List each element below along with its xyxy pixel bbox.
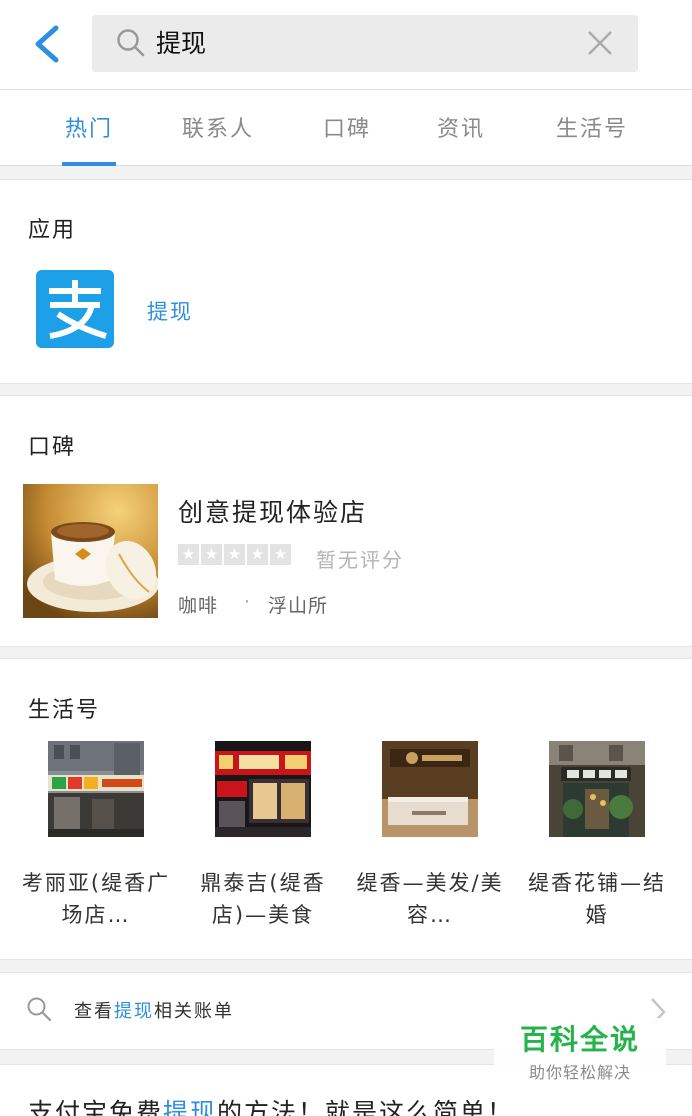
koubei-section: 口碑 创意提现体验店 ★ ★ ★ ★ ★ 暂无评分 咖啡 · 浮山所	[0, 395, 692, 647]
star-icon: ★	[178, 544, 199, 565]
tab-label: 资讯	[436, 117, 485, 142]
tab-label: 热门	[64, 117, 113, 142]
separator-dot: ·	[244, 591, 251, 613]
bill-suffix: 相关账单	[154, 1001, 234, 1022]
shop-area: 浮山所	[268, 595, 329, 617]
search-query[interactable]: 提现	[156, 28, 206, 60]
app-name[interactable]: 提现	[147, 296, 193, 326]
tab-koubei[interactable]: 口碑	[298, 90, 396, 166]
life-account-photo	[215, 741, 311, 837]
life-account-photo	[48, 741, 144, 837]
life-account-name: 考丽亚(缇香广场店…	[21, 871, 171, 927]
life-account-item[interactable]: 缇香—美发/美容…	[346, 741, 514, 931]
tab-active-indicator	[62, 162, 116, 166]
tab-life[interactable]: 生活号	[534, 90, 650, 166]
apps-section: 应用 提现	[0, 179, 692, 384]
shop-photo[interactable]	[23, 484, 158, 618]
life-account-item[interactable]: 缇香花铺—结婚	[513, 741, 681, 931]
watermark-title: 百科全说	[519, 1023, 640, 1056]
life-section: 生活号 考丽亚(缇香广场店… 鼎泰吉(缇香店)—美食 缇香—美发/美容… 缇香花…	[0, 658, 692, 960]
life-account-name: 缇香花铺—结婚	[528, 871, 666, 927]
alipay-icon[interactable]	[36, 270, 114, 348]
section-title: 应用	[28, 218, 77, 243]
article-keyword: 提现	[163, 1098, 218, 1116]
search-icon	[117, 29, 145, 57]
search-header: 提现	[0, 0, 692, 90]
tab-label: 生活号	[555, 117, 628, 142]
watermark-subtitle: 助你轻松解决	[528, 1063, 631, 1082]
section-title: 口碑	[28, 435, 77, 460]
shop-name[interactable]: 创意提现体验店	[178, 493, 367, 529]
shop-category: 咖啡	[178, 595, 219, 617]
life-account-photo	[382, 741, 478, 837]
bill-keyword: 提现	[114, 1001, 154, 1022]
tab-hot[interactable]: 热门	[40, 90, 138, 166]
close-icon[interactable]	[586, 29, 614, 57]
tab-label: 口碑	[322, 117, 371, 142]
back-icon[interactable]	[28, 22, 68, 66]
view-bills-label: 查看提现相关账单	[74, 997, 234, 1023]
life-account-item[interactable]: 考丽亚(缇香广场店…	[12, 741, 180, 931]
article-prefix: 支付宝免费	[28, 1098, 164, 1116]
article-title: 支付宝免费提现的方法！就是这么简单！	[28, 1093, 514, 1116]
life-account-item[interactable]: 鼎泰吉(缇香店)—美食	[179, 741, 347, 931]
rating-text: 暂无评分	[316, 548, 404, 572]
life-account-name: 缇香—美发/美容…	[356, 871, 504, 927]
life-account-name: 鼎泰吉(缇香店)—美食	[200, 871, 326, 927]
watermark: 百科全说 助你轻松解决	[494, 1018, 666, 1090]
section-title: 生活号	[28, 698, 101, 723]
search-icon	[27, 997, 52, 1022]
star-icon: ★	[247, 544, 268, 565]
tab-contacts[interactable]: 联系人	[160, 90, 276, 166]
tab-bar: 热门 联系人 口碑 资讯 生活号	[0, 90, 692, 166]
tab-news[interactable]: 资讯	[412, 90, 510, 166]
star-icon: ★	[201, 544, 222, 565]
tab-label: 联系人	[181, 117, 254, 142]
bill-prefix: 查看	[74, 1001, 114, 1022]
article-suffix: 的方法！就是这么简单！	[217, 1098, 515, 1116]
star-icon: ★	[224, 544, 245, 565]
life-account-photo	[549, 741, 645, 837]
rating-stars: ★ ★ ★ ★ ★	[178, 544, 291, 565]
search-input[interactable]: 提现	[92, 15, 638, 72]
star-icon: ★	[270, 544, 291, 565]
